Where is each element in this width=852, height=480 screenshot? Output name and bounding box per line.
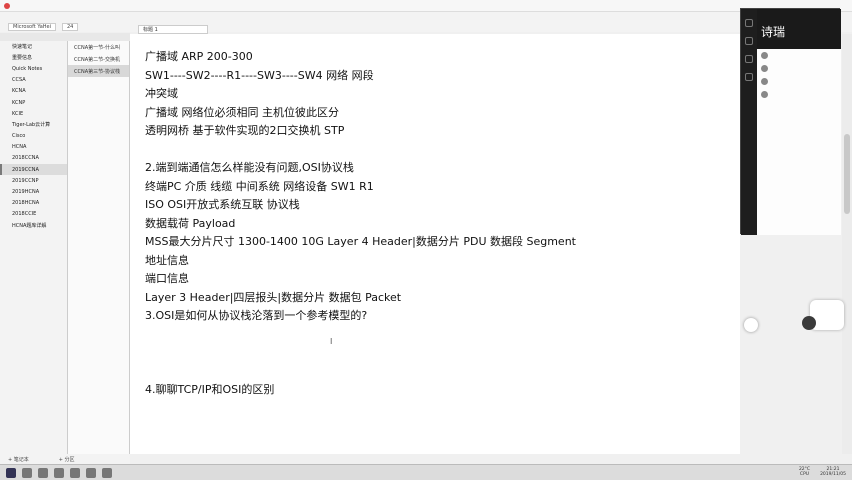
notebook-item[interactable]: KCIE [0, 108, 67, 119]
chat-body: 诗瑞 [757, 9, 841, 235]
font-size-select[interactable]: 24 [62, 23, 79, 31]
notebook-item[interactable]: 快速笔记 [0, 41, 67, 52]
note-body[interactable]: 广播域 ARP 200-300 SW1----SW2----R1----SW3--… [145, 48, 576, 400]
note-canvas[interactable]: 广播域 ARP 200-300 SW1----SW2----R1----SW3--… [130, 34, 740, 454]
notebook-header [0, 33, 130, 41]
note-line[interactable]: 2.端到端通信怎么样能没有问题,OSI协议栈 [145, 159, 576, 178]
note-line[interactable]: 数据载荷 Payload [145, 215, 576, 234]
note-line[interactable]: SW1----SW2----R1----SW3----SW4 网络 网段 [145, 67, 576, 86]
chat-title: 诗瑞 [757, 9, 841, 49]
notebook-item[interactable]: 2019CCNA [0, 164, 67, 176]
section-item[interactable]: CCNA第一节-什么叫 [68, 41, 129, 53]
note-line[interactable]: 4.聊聊TCP/IP和OSI的区别 [145, 381, 576, 400]
chat-message [757, 88, 841, 101]
note-line[interactable]: 3.OSI是如何从协议栈沦落到一个参考模型的? [145, 307, 576, 326]
notification-bar [0, 0, 852, 12]
gift-icon[interactable] [745, 55, 753, 63]
note-line[interactable]: 终端PC 介质 线缆 中间系统 网络设备 SW1 R1 [145, 178, 576, 197]
notebook-item[interactable]: HCNA题库详解 [0, 220, 67, 231]
notebook-item[interactable]: KCNP [0, 97, 67, 108]
note-line[interactable] [145, 363, 576, 382]
add-section-button[interactable]: + 分区 [59, 456, 75, 463]
chat-message [757, 75, 841, 88]
notebook-item[interactable]: 2018CCIE [0, 209, 67, 220]
note-line[interactable]: ISO OSI开放式系统互联 协议栈 [145, 196, 576, 215]
notebook-item[interactable]: 2019CCNP [0, 175, 67, 186]
chat-overlay: 诗瑞 [740, 8, 841, 235]
scrollbar-thumb[interactable] [844, 134, 850, 214]
chat-message [757, 62, 841, 75]
clock[interactable]: 21:21 2019/11/05 [820, 467, 846, 477]
alert-icon [4, 2, 10, 9]
text-cursor-icon: I [330, 337, 333, 346]
image-icon[interactable] [745, 37, 753, 45]
onenote-icon[interactable] [86, 467, 96, 478]
browser-icon[interactable] [54, 467, 64, 478]
notebook-item[interactable]: 2018CCNA [0, 153, 67, 164]
avatar [761, 52, 768, 59]
ribbon-toolbar: Microsoft YaHei 24 [0, 22, 852, 32]
notebook-item[interactable]: 重要信息 [0, 52, 67, 63]
notebook-item[interactable]: KCNA [0, 86, 67, 97]
note-line[interactable]: MSS最大分片尺寸 1300-1400 10G Layer 4 Header|数… [145, 233, 576, 252]
notebook-item[interactable]: Tiger-Lab云计算 [0, 119, 67, 130]
notebook-item[interactable]: Cisco [0, 131, 67, 142]
vertical-scrollbar[interactable] [842, 34, 852, 454]
sidebar-footer: + 笔记本 + 分区 [0, 454, 130, 464]
notebook-item[interactable]: Quick Notes [0, 63, 67, 74]
floating-button[interactable] [744, 318, 758, 332]
start-icon[interactable] [6, 467, 16, 478]
note-line[interactable]: 透明网桥 基于软件实现的2口交换机 STP [145, 122, 576, 141]
avatar [761, 65, 768, 72]
font-select[interactable]: Microsoft YaHei [8, 23, 56, 31]
notebook-list: 快速笔记 重要信息 Quick Notes CCSA KCNA KCNP KCIE Tiger… [0, 41, 68, 454]
note-line[interactable]: 地址信息 [145, 252, 576, 271]
search-icon[interactable] [22, 467, 32, 478]
cpu-badge[interactable] [802, 316, 816, 330]
note-line[interactable]: 端口信息 [145, 270, 576, 289]
section-list: CCNA第一节-什么叫 CCNA第二节-交换机 CCNA第三节-协议栈 [68, 41, 130, 454]
notebook-item[interactable]: 2019HCNA [0, 186, 67, 197]
notebook-item[interactable]: CCSA [0, 75, 67, 86]
note-line[interactable] [145, 326, 576, 345]
folder-icon[interactable] [70, 467, 80, 478]
section-item[interactable]: CCNA第三节-协议栈 [68, 65, 129, 77]
note-line[interactable]: 广播域 ARP 200-300 [145, 48, 576, 67]
emoji-icon[interactable] [745, 19, 753, 27]
note-line[interactable]: Layer 3 Header|四层报头|数据分片 数据包 Packet [145, 289, 576, 308]
add-notebook-button[interactable]: + 笔记本 [8, 456, 29, 463]
notebook-item[interactable]: HCNA [0, 142, 67, 153]
chat-message [757, 49, 841, 62]
taskbar: 22°C CPU 21:21 2019/11/05 [0, 464, 852, 480]
cpu-label: CPU [799, 472, 810, 477]
avatar [761, 91, 768, 98]
section-item[interactable]: CCNA第二节-交换机 [68, 53, 129, 65]
note-line[interactable]: 广播域 网络位必须相同 主机位彼此区分 [145, 104, 576, 123]
clock-date: 2019/11/05 [820, 472, 846, 477]
menu-bar [0, 12, 852, 22]
note-line[interactable] [145, 141, 576, 160]
chat-app-icon[interactable] [102, 467, 112, 478]
onenote-window: Microsoft YaHei 24 标题 1 快速笔记 重要信息 Quick No… [0, 0, 852, 480]
system-tray: 22°C CPU 21:21 2019/11/05 [799, 467, 846, 477]
settings-icon[interactable] [745, 73, 753, 81]
page-title-tab[interactable]: 标题 1 [138, 25, 208, 34]
chat-toolbar [741, 9, 757, 235]
note-line[interactable]: 冲突域 [145, 85, 576, 104]
task-view-icon[interactable] [38, 467, 48, 478]
avatar [761, 78, 768, 85]
note-line[interactable] [145, 344, 576, 363]
notebook-item[interactable]: 2018HCNA [0, 198, 67, 209]
cpu-status: 22°C CPU [799, 467, 810, 477]
